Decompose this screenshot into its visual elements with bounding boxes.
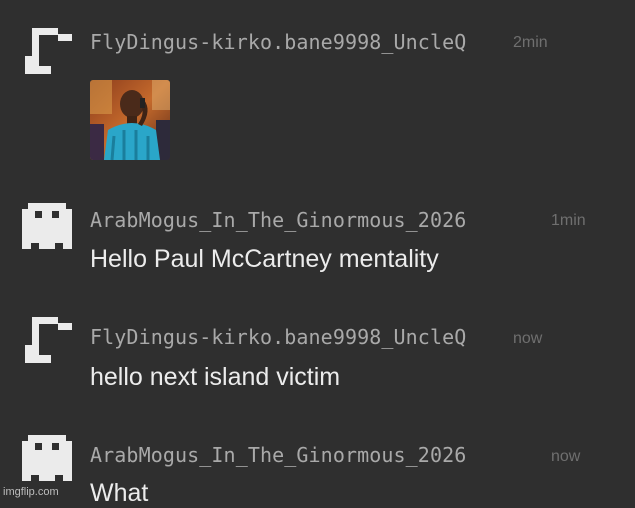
chat-message: ArabMogus_In_The_Ginormous_2026 1min Hel… xyxy=(0,175,635,295)
username[interactable]: FlyDingus-kirko.bane9998_UncleQ xyxy=(90,325,466,349)
timestamp: 1min xyxy=(551,212,586,229)
username[interactable]: FlyDingus-kirko.bane9998_UncleQ xyxy=(90,30,466,54)
watermark: imgflip.com xyxy=(3,486,59,498)
chat-message: FlyDingus-kirko.bane9998_UncleQ 2min xyxy=(0,0,635,175)
chat-message: FlyDingus-kirko.bane9998_UncleQ now hell… xyxy=(0,295,635,415)
message-text: Hello Paul McCartney mentality xyxy=(90,245,439,273)
message-text: What xyxy=(90,479,149,507)
pixel-ghost-avatar-icon[interactable] xyxy=(22,203,72,253)
username[interactable]: ArabMogus_In_The_Ginormous_2026 xyxy=(90,208,466,232)
image-attachment[interactable] xyxy=(90,80,170,160)
timestamp: now xyxy=(513,330,543,347)
pixel-hook-avatar-icon[interactable] xyxy=(22,28,72,78)
timestamp: now xyxy=(551,448,581,465)
message-text: hello next island victim xyxy=(90,363,341,391)
timestamp: 2min xyxy=(513,34,548,51)
pixel-ghost-avatar-icon[interactable] xyxy=(22,435,72,485)
username[interactable]: ArabMogus_In_The_Ginormous_2026 xyxy=(90,443,466,467)
pixel-hook-avatar-icon[interactable] xyxy=(22,317,72,367)
chat-message: ArabMogus_In_The_Ginormous_2026 now What xyxy=(0,415,635,507)
